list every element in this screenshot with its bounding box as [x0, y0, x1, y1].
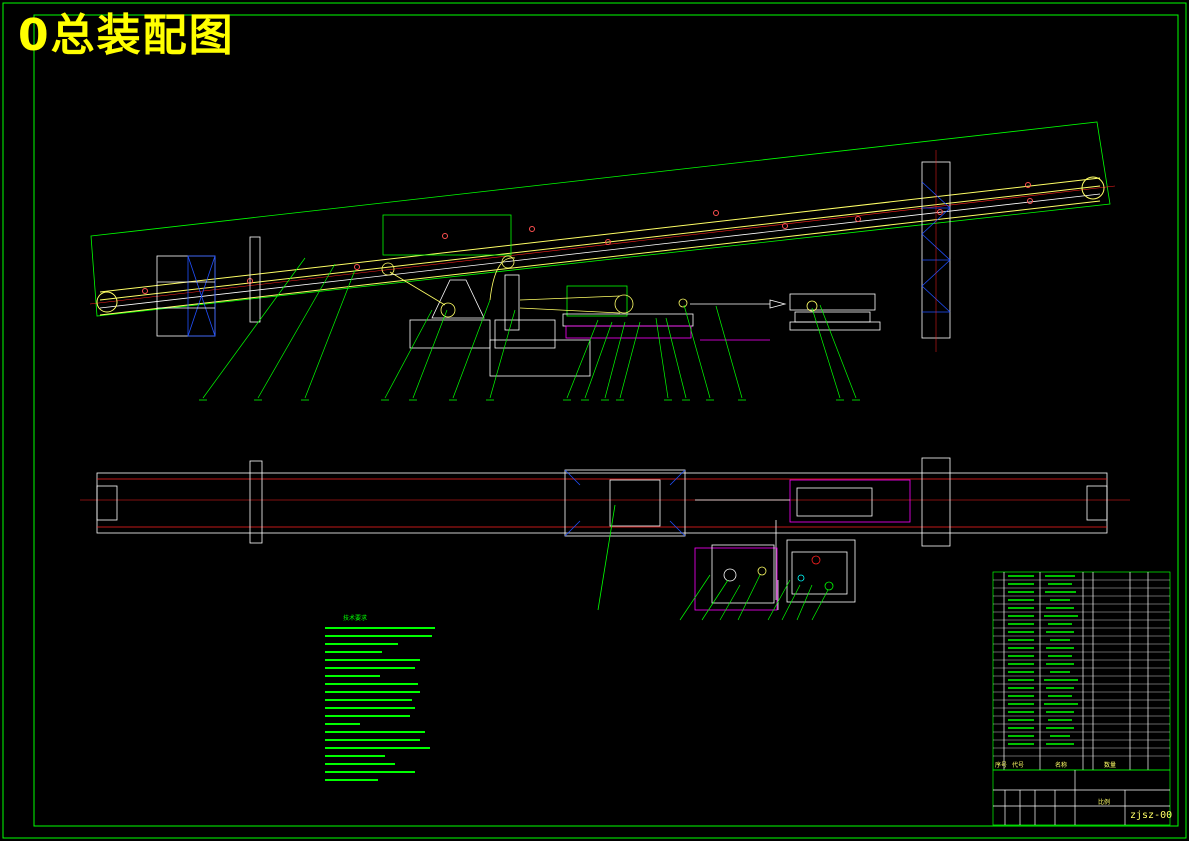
parts-list-rows	[993, 579, 1170, 757]
technical-notes	[325, 627, 435, 781]
notes-heading: 技术要求	[343, 615, 368, 622]
elevation-view	[89, 121, 1116, 401]
assembly-drawing	[2, 2, 1187, 839]
header-seq: 序号	[995, 762, 1008, 769]
dimension-envelope	[90, 121, 1111, 317]
header-qty: 数量	[1104, 762, 1117, 769]
idler-rollers	[142, 182, 1033, 294]
inner-border	[33, 14, 1179, 827]
parts-list	[992, 571, 1171, 771]
right-support-tower	[921, 150, 951, 352]
header-name: 名称	[1055, 762, 1068, 769]
control-detail	[679, 539, 856, 621]
leader-lines	[202, 257, 857, 399]
header-code: 代号	[1012, 762, 1025, 769]
drawing-title: 0总装配图	[18, 10, 235, 61]
drawing-number: zjsz-00	[1130, 810, 1173, 821]
scale-label: 比例	[1098, 799, 1111, 806]
plan-view	[80, 457, 1130, 611]
